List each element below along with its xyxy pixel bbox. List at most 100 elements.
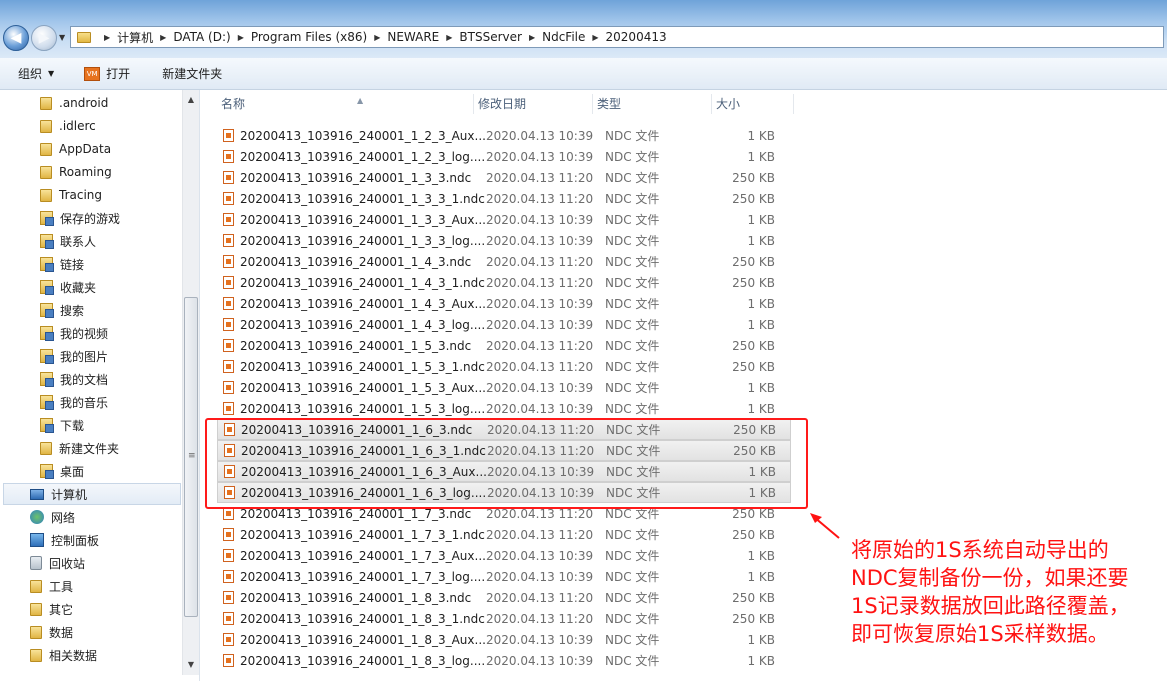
nav-item[interactable]: 数据	[30, 621, 73, 643]
breadcrumb-item[interactable]: 20200413	[606, 30, 667, 44]
breadcrumb-separator-icon[interactable]: ▶	[529, 33, 535, 42]
nav-item[interactable]: Roaming	[40, 161, 112, 183]
ndc-file-icon	[223, 318, 234, 331]
nav-item[interactable]: 其它	[30, 598, 73, 620]
column-size[interactable]: 大小	[712, 94, 794, 114]
table-row[interactable]: 20200413_103916_240001_1_5_3_Aux... 2020.…	[217, 377, 791, 398]
organize-label: 组织	[18, 67, 43, 81]
new-folder-button[interactable]: 新建文件夹	[152, 62, 232, 86]
table-row[interactable]: 20200413_103916_240001_1_7_3_Aux... 2020.…	[217, 545, 791, 566]
scroll-down-icon[interactable]: ▼	[183, 657, 199, 673]
table-row[interactable]: 20200413_103916_240001_1_8_3_1.ndc 2020.0…	[217, 608, 791, 629]
table-row[interactable]: 20200413_103916_240001_1_5_3.ndc 2020.04.…	[217, 335, 791, 356]
nav-item[interactable]: 我的音乐	[40, 391, 108, 413]
nav-item[interactable]: 回收站	[30, 552, 85, 574]
table-row[interactable]: 20200413_103916_240001_1_2_3_log.... 2020…	[217, 146, 791, 167]
table-row[interactable]: 20200413_103916_240001_1_4_3_1.ndc 2020.0…	[217, 272, 791, 293]
nav-item[interactable]: 收藏夹	[40, 276, 96, 298]
highlight-box	[205, 418, 808, 509]
table-row[interactable]: 20200413_103916_240001_1_7_3_log.... 2020…	[217, 566, 791, 587]
breadcrumb-separator-icon[interactable]: ▶	[592, 33, 598, 42]
table-row[interactable]: 20200413_103916_240001_1_8_3_log.... 2020…	[217, 650, 791, 671]
nav-item[interactable]: .android	[40, 92, 108, 114]
nav-item[interactable]: 相关数据	[30, 644, 97, 666]
table-row[interactable]: 20200413_103916_240001_1_3_3_Aux... 2020.…	[217, 209, 791, 230]
open-button[interactable]: VM 打开	[74, 62, 140, 86]
nav-item[interactable]: 保存的游戏	[40, 207, 120, 229]
file-date: 2020.04.13 11:20	[486, 359, 594, 374]
breadcrumb-separator-icon[interactable]: ▶	[446, 33, 452, 42]
folder-icon	[40, 119, 52, 133]
address-bar[interactable]: ▶ 计算机 ▶ DATA (D:) ▶ Program Files (x86) ▶ NEWAR…	[70, 26, 1164, 48]
breadcrumb-separator-icon[interactable]: ▶	[238, 33, 244, 42]
breadcrumb-item[interactable]: Program Files (x86)	[251, 30, 367, 44]
table-row[interactable]: 20200413_103916_240001_1_3_3.ndc 2020.04.…	[217, 167, 791, 188]
nav-item-label: 我的文档	[60, 372, 109, 387]
nav-item[interactable]: 搜索	[40, 299, 84, 321]
breadcrumb-item[interactable]: BTSServer	[459, 30, 522, 44]
file-size: 250 KB	[732, 170, 775, 185]
breadcrumb-separator-icon[interactable]: ▶	[104, 33, 110, 42]
file-type: NDC 文件	[605, 171, 660, 185]
breadcrumb-separator-icon[interactable]: ▶	[374, 33, 380, 42]
table-row[interactable]: 20200413_103916_240001_1_8_3_Aux... 2020.…	[217, 629, 791, 650]
recent-pages-dropdown[interactable]: ▼	[59, 33, 65, 42]
nav-item[interactable]: AppData	[40, 138, 111, 160]
nav-item[interactable]: .idlerc	[40, 115, 96, 137]
organize-button[interactable]: 组织 ▼	[8, 62, 64, 86]
file-date: 2020.04.13 11:20	[486, 338, 594, 353]
table-row[interactable]: 20200413_103916_240001_1_4_3.ndc 2020.04.…	[217, 251, 791, 272]
back-button[interactable]: ◀	[3, 25, 29, 51]
folder-icon	[30, 602, 42, 616]
ndc-file-icon	[223, 591, 234, 604]
nav-item[interactable]: 下载	[40, 414, 84, 436]
file-date: 2020.04.13 10:39	[486, 569, 594, 584]
folder-icon	[40, 96, 52, 110]
nav-item-label: 控制面板	[51, 533, 100, 548]
nav-item[interactable]: 工具	[30, 575, 73, 597]
nav-item[interactable]: 桌面	[40, 460, 84, 482]
table-row[interactable]: 20200413_103916_240001_1_4_3_Aux... 2020.…	[217, 293, 791, 314]
nav-item[interactable]: 我的视频	[40, 322, 108, 344]
scroll-thumb[interactable]: ≡	[184, 297, 198, 617]
partially-hidden-row[interactable]	[223, 112, 783, 120]
nav-item[interactable]: 计算机	[3, 483, 181, 505]
nav-item[interactable]: 控制面板	[30, 529, 99, 551]
special-folder-icon	[40, 280, 54, 295]
breadcrumb-separator-icon[interactable]: ▶	[160, 33, 166, 42]
scroll-up-icon[interactable]: ▲	[183, 92, 199, 108]
table-row[interactable]: 20200413_103916_240001_1_4_3_log.... 2020…	[217, 314, 791, 335]
nav-item[interactable]: 我的文档	[40, 368, 108, 390]
breadcrumb-item[interactable]: DATA (D:)	[173, 30, 230, 44]
file-size: 250 KB	[732, 611, 775, 626]
ndc-file-icon	[223, 234, 234, 247]
table-row[interactable]: 20200413_103916_240001_1_7_3_1.ndc 2020.0…	[217, 524, 791, 545]
nav-item[interactable]: 新建文件夹	[40, 437, 119, 459]
forward-button[interactable]: ▶	[31, 25, 57, 51]
column-name[interactable]: 名称 ▲	[217, 94, 474, 114]
file-name: 20200413_103916_240001_1_4_3.ndc	[240, 254, 472, 269]
nav-item[interactable]: 链接	[40, 253, 84, 275]
navigation-scrollbar[interactable]: ▲ ≡ ▼	[182, 90, 199, 675]
nav-item[interactable]: 网络	[30, 506, 75, 528]
nav-item[interactable]: 联系人	[40, 230, 96, 252]
table-row[interactable]: 20200413_103916_240001_1_2_3_Aux... 2020.…	[217, 125, 791, 146]
column-date[interactable]: 修改日期	[474, 94, 593, 114]
breadcrumb-item[interactable]: 计算机	[117, 29, 153, 46]
table-row[interactable]: 20200413_103916_240001_1_3_3_log.... 2020…	[217, 230, 791, 251]
table-row[interactable]: 20200413_103916_240001_1_5_3_1.ndc 2020.0…	[217, 356, 791, 377]
file-type: NDC 文件	[605, 528, 660, 542]
folder-icon	[40, 142, 52, 156]
folder-icon	[40, 165, 52, 179]
ndc-file-icon	[223, 213, 234, 226]
file-date: 2020.04.13 10:39	[486, 233, 594, 248]
file-type: NDC 文件	[605, 549, 660, 563]
table-row[interactable]: 20200413_103916_240001_1_8_3.ndc 2020.04.…	[217, 587, 791, 608]
table-row[interactable]: 20200413_103916_240001_1_3_3_1.ndc 2020.0…	[217, 188, 791, 209]
table-row[interactable]: 20200413_103916_240001_1_5_3_log.... 2020…	[217, 398, 791, 419]
nav-item[interactable]: Tracing	[40, 184, 102, 206]
nav-item[interactable]: 我的图片	[40, 345, 108, 367]
breadcrumb-item[interactable]: NEWARE	[387, 30, 439, 44]
column-type[interactable]: 类型	[593, 94, 712, 114]
breadcrumb-item[interactable]: NdcFile	[542, 30, 585, 44]
